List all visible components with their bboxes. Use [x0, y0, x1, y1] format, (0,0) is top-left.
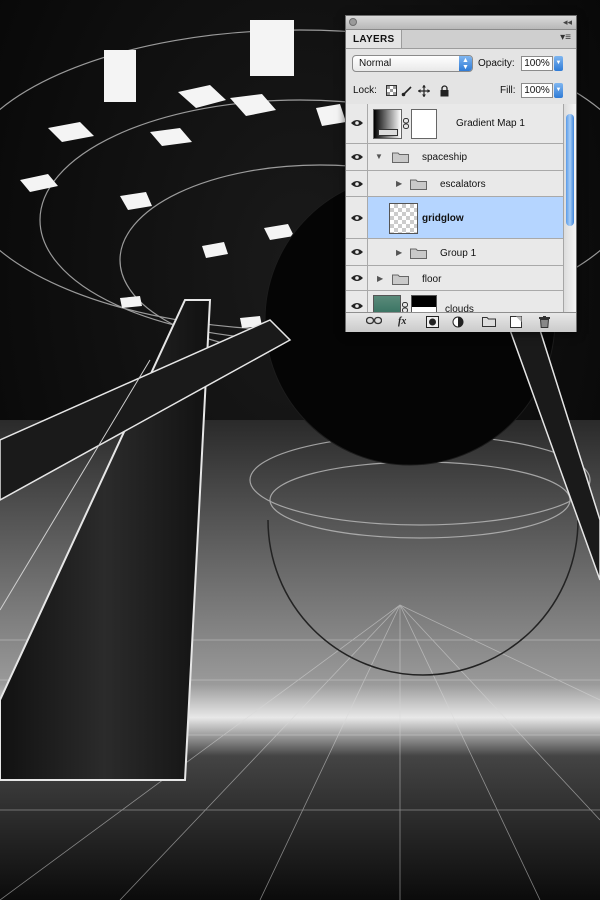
layer-visibility-toggle[interactable]	[346, 104, 368, 143]
panel-titlebar[interactable]: ◂◂	[346, 16, 576, 30]
expand-triangle-right-icon[interactable]: ▶	[396, 248, 402, 257]
transparent-layer-thumbnail	[389, 203, 418, 234]
opacity-input[interactable]: 100%	[521, 56, 553, 71]
adjustment-layer-icon[interactable]	[452, 316, 465, 328]
layer-row-group-1[interactable]: ▶ Group 1	[346, 239, 563, 266]
folder-icon	[410, 248, 427, 259]
layer-row-spaceship[interactable]: ▼ spaceship	[346, 144, 563, 171]
gradient-map-thumbnail	[373, 109, 402, 139]
folder-icon	[392, 274, 409, 285]
panel-menu-icon[interactable]: ▾≡	[560, 32, 571, 43]
layer-name: escalators	[440, 179, 486, 190]
eye-icon	[351, 249, 363, 255]
layer-row-floor[interactable]: ▶ floor	[346, 266, 563, 291]
layer-name: gridglow	[422, 213, 464, 224]
blend-mode-arrow-icon: ▲ ▼	[459, 56, 472, 71]
lock-all-padlock-icon[interactable]	[438, 85, 450, 97]
layers-scrollbar[interactable]	[563, 104, 576, 312]
eye-icon	[351, 215, 363, 221]
add-mask-icon[interactable]	[426, 316, 439, 328]
expand-triangle-right-icon[interactable]: ▶	[396, 179, 402, 188]
layer-mask-thumbnail	[411, 109, 437, 139]
folder-icon	[392, 152, 409, 163]
lock-position-move-icon[interactable]	[418, 85, 430, 97]
lock-image-brush-icon[interactable]	[401, 85, 413, 97]
fill-slider-arrow-icon[interactable]: ▼	[554, 83, 563, 98]
layer-row-clouds[interactable]: clouds	[346, 291, 563, 312]
layer-row-escalators[interactable]: ▶ escalators	[346, 171, 563, 197]
clouds-thumbnail	[373, 295, 401, 312]
link-icon	[402, 302, 408, 312]
layer-row-gradient-map[interactable]: Gradient Map 1	[346, 104, 563, 144]
clouds-mask-thumbnail	[411, 295, 437, 312]
panel-tab-row: LAYERS ▾≡	[346, 30, 576, 49]
layer-visibility-toggle[interactable]	[346, 266, 368, 290]
layer-style-fx-button[interactable]: fx	[398, 316, 406, 328]
tab-layers[interactable]: LAYERS	[346, 30, 403, 48]
blend-mode-value: Normal	[359, 58, 392, 69]
eye-icon	[351, 275, 363, 281]
new-layer-icon[interactable]	[510, 316, 522, 328]
lock-fill-row: Lock: Fill: 100% ▼	[346, 79, 576, 105]
layer-visibility-toggle[interactable]	[346, 291, 368, 312]
blend-opacity-row: Normal ▲ ▼ Opacity: 100% ▼	[346, 49, 576, 79]
link-icon	[403, 118, 409, 129]
eye-icon	[351, 181, 363, 187]
layer-name: clouds	[445, 304, 474, 312]
collapse-panel-button[interactable]: ◂◂	[563, 16, 572, 29]
opacity-slider-arrow-icon[interactable]: ▼	[554, 56, 563, 71]
lock-label: Lock:	[353, 85, 377, 96]
layer-name: Gradient Map 1	[456, 118, 525, 129]
layer-name: Group 1	[440, 248, 477, 259]
eye-icon	[351, 154, 363, 160]
layer-visibility-toggle[interactable]	[346, 171, 368, 196]
layer-visibility-toggle[interactable]	[346, 239, 368, 265]
layer-row-gridglow[interactable]: gridglow	[346, 197, 563, 239]
eye-icon	[351, 120, 363, 126]
fill-label: Fill:	[500, 85, 516, 96]
trash-delete-layer-icon[interactable]	[539, 316, 550, 328]
layer-visibility-toggle[interactable]	[346, 144, 368, 170]
eye-icon	[351, 303, 363, 309]
folder-icon	[410, 179, 427, 190]
new-group-folder-icon[interactable]	[482, 316, 496, 328]
scrollbar-thumb[interactable]	[566, 114, 574, 226]
layer-visibility-toggle[interactable]	[346, 197, 368, 238]
lock-transparent-icon[interactable]	[385, 85, 397, 97]
layers-list: Gradient Map 1 ▼ spaceship ▶ escalators	[346, 104, 563, 312]
layer-name: floor	[422, 274, 442, 285]
expand-triangle-down-icon[interactable]: ▼	[375, 152, 383, 161]
blend-mode-select[interactable]: Normal ▲ ▼	[352, 55, 473, 72]
link-layers-icon[interactable]	[365, 316, 383, 328]
layers-bottom-toolbar: fx	[346, 312, 576, 332]
layers-panel: ◂◂ LAYERS ▾≡ Normal ▲ ▼ Opacity: 100% ▼ L…	[345, 15, 577, 332]
close-panel-button[interactable]	[349, 18, 357, 26]
opacity-label: Opacity:	[478, 58, 515, 69]
expand-triangle-right-icon[interactable]: ▶	[377, 274, 383, 283]
fill-input[interactable]: 100%	[521, 83, 553, 98]
layer-name: spaceship	[422, 152, 468, 163]
